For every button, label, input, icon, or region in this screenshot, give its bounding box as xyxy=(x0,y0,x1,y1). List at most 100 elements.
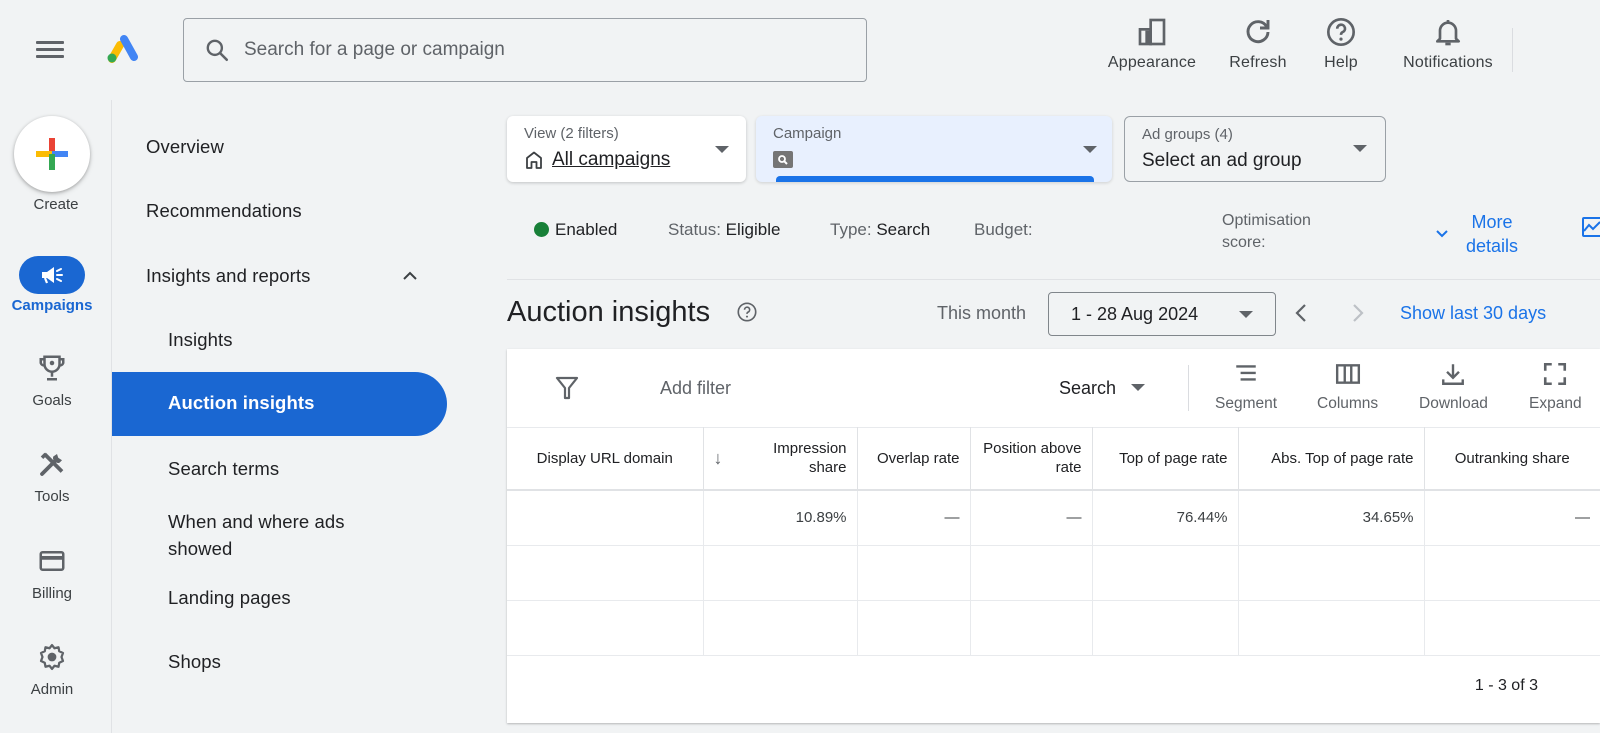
help-icon xyxy=(1327,18,1355,46)
header-divider xyxy=(1512,28,1513,72)
nav-item-insights[interactable]: Insights xyxy=(168,329,233,351)
cell-abs-top-of-page-rate xyxy=(1238,545,1425,601)
rail-item-goals[interactable]: Goals xyxy=(0,350,104,420)
expand-icon xyxy=(1544,362,1567,386)
rail-campaigns-label: Campaigns xyxy=(11,297,93,314)
budget-label: Budget: xyxy=(974,220,1033,239)
cell-position-above-rate: — xyxy=(970,489,1093,546)
nav-item-landing-pages[interactable]: Landing pages xyxy=(168,587,291,609)
filter-icon[interactable] xyxy=(555,375,579,401)
rail-item-admin[interactable]: Admin xyxy=(0,639,104,709)
expand-button[interactable]: Expand xyxy=(1529,361,1582,413)
date-range-picker[interactable]: 1 - 28 Aug 2024 xyxy=(1048,292,1276,336)
column-header-outranking-share[interactable]: Outranking share xyxy=(1424,427,1600,491)
cell-overlap-rate xyxy=(857,545,971,601)
view-filter-label: View (2 filters) xyxy=(524,125,619,142)
cell-top-of-page-rate xyxy=(1092,545,1239,601)
appearance-button[interactable]: Appearance xyxy=(1100,16,1204,72)
cell-outranking-share: — xyxy=(1424,489,1600,546)
cell-position-above-rate xyxy=(970,600,1093,656)
nav-item-shops[interactable]: Shops xyxy=(168,651,221,673)
help-label: Help xyxy=(1324,54,1358,71)
segment-button[interactable]: Segment xyxy=(1215,361,1277,413)
notifications-button[interactable]: Notifications xyxy=(1394,16,1502,72)
view-filter-dropdown[interactable]: View (2 filters) All campaigns xyxy=(507,116,746,182)
column-header-display-url-domain[interactable]: Display URL domain xyxy=(507,427,704,491)
nav-item-auction-insights[interactable]: Auction insights xyxy=(112,372,447,436)
show-last-30-days-link[interactable]: Show last 30 days xyxy=(1400,303,1546,324)
optimisation-score: Optimisation score: xyxy=(1222,212,1311,251)
appearance-label: Appearance xyxy=(1107,54,1197,71)
nav-item-insights-and-reports[interactable]: Insights and reports xyxy=(146,265,310,287)
campaign-type: Type: Search xyxy=(830,220,931,239)
caret-down-icon xyxy=(1239,311,1253,318)
rail-admin-label: Admin xyxy=(30,681,74,698)
rail-billing-label: Billing xyxy=(31,585,73,602)
campaigns-active-pill xyxy=(19,256,85,294)
top-bar: Appearance Refresh Help Notifications xyxy=(0,0,1600,100)
menu-icon[interactable] xyxy=(36,38,64,62)
columns-icon xyxy=(1335,364,1360,384)
megaphone-icon xyxy=(42,267,63,284)
previous-period-icon[interactable] xyxy=(1291,302,1313,324)
cell-outranking-share xyxy=(1424,545,1600,601)
nav-item-recommendations[interactable]: Recommendations xyxy=(146,200,302,222)
search-input[interactable] xyxy=(244,39,804,61)
appearance-icon xyxy=(1138,18,1166,46)
divider xyxy=(507,279,1600,280)
create-button[interactable] xyxy=(14,116,90,192)
refresh-button[interactable]: Refresh xyxy=(1206,16,1310,72)
cell-top-of-page-rate xyxy=(1092,600,1239,656)
campaign-dropdown[interactable]: Campaign xyxy=(756,116,1112,182)
ad-groups-dropdown[interactable]: Ad groups (4) Select an ad group xyxy=(1124,116,1386,182)
search-network-dropdown[interactable]: Search xyxy=(1059,378,1146,399)
help-button[interactable]: Help xyxy=(1310,16,1372,72)
column-header-top-of-page-rate[interactable]: Top of page rate xyxy=(1092,427,1239,491)
create-label: Create xyxy=(33,196,79,213)
rail-tools-label: Tools xyxy=(34,488,70,505)
table-header-row: Display URL domain ↓ Impression share Ove… xyxy=(507,427,1600,491)
nav-item-overview[interactable]: Overview xyxy=(146,136,224,158)
toolbar-divider xyxy=(1188,365,1189,411)
left-rail: Create Campaigns Goals Tools Billing Adm… xyxy=(0,100,112,733)
column-header-abs-top-of-page-rate[interactable]: Abs. Top of page rate xyxy=(1238,427,1425,491)
ad-groups-label: Ad groups (4) xyxy=(1142,126,1233,143)
download-button[interactable]: Download xyxy=(1419,361,1488,413)
chart-icon[interactable] xyxy=(1580,215,1600,239)
nav-item-when-and-where-ads-showed[interactable]: When and where ads showed xyxy=(168,508,388,562)
cell-overlap-rate: — xyxy=(857,489,971,546)
ad-groups-value: Select an ad group xyxy=(1142,150,1302,171)
view-filter-value: All campaigns xyxy=(552,149,671,170)
google-ads-logo[interactable] xyxy=(106,33,142,65)
chevron-up-icon[interactable] xyxy=(400,266,420,286)
next-period-icon[interactable] xyxy=(1346,302,1368,324)
rail-item-tools[interactable]: Tools xyxy=(0,446,104,516)
cell-abs-top-of-page-rate: 34.65% xyxy=(1238,489,1425,546)
cell-top-of-page-rate: 76.44% xyxy=(1092,489,1239,546)
cell-outranking-share xyxy=(1424,600,1600,656)
nav-auction-insights-label: Auction insights xyxy=(168,392,315,413)
cell-display-url-domain xyxy=(507,489,704,546)
column-header-impression-share[interactable]: ↓ Impression share xyxy=(703,427,858,491)
enabled-dot-icon xyxy=(534,222,549,237)
home-icon xyxy=(526,151,542,169)
help-circle-icon[interactable] xyxy=(736,301,758,323)
caret-down-icon xyxy=(1083,146,1097,153)
refresh-icon xyxy=(1246,20,1270,44)
column-header-position-above-rate[interactable]: Position above rate xyxy=(970,427,1093,491)
search-bar[interactable] xyxy=(183,18,867,82)
trophy-icon xyxy=(39,355,65,381)
segment-icon xyxy=(1236,365,1256,381)
add-filter-button[interactable]: Add filter xyxy=(660,378,731,399)
campaign-selected-bar xyxy=(776,176,1094,182)
download-icon xyxy=(1442,364,1465,385)
sort-descending-icon[interactable]: ↓ xyxy=(714,449,723,468)
cell-display-url-domain xyxy=(507,600,704,656)
columns-button[interactable]: Columns xyxy=(1317,361,1378,413)
nav-item-search-terms[interactable]: Search terms xyxy=(168,458,279,480)
column-header-overlap-rate[interactable]: Overlap rate xyxy=(857,427,971,491)
rail-item-campaigns[interactable]: Campaigns xyxy=(0,250,104,320)
more-details-button[interactable]: More details xyxy=(1434,210,1518,258)
rail-item-billing[interactable]: Billing xyxy=(0,543,104,613)
credit-card-icon xyxy=(39,551,65,571)
